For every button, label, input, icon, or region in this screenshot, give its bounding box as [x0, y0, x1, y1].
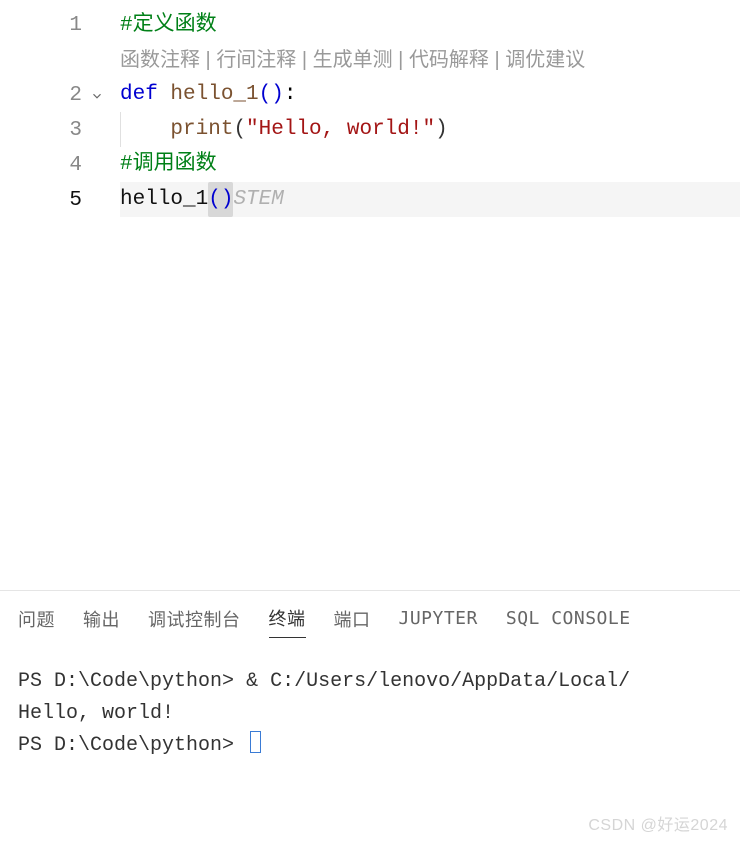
- comment: #定义函数: [120, 14, 217, 37]
- code-line-3[interactable]: print("Hello, world!"): [120, 112, 740, 147]
- prompt-prefix: PS: [18, 670, 54, 693]
- prompt-gt: >: [222, 670, 246, 693]
- codelens-explain[interactable]: 代码解释: [409, 49, 489, 71]
- terminal-content[interactable]: PS D:\Code\python> & C:/Users/lenovo/App…: [0, 648, 740, 762]
- gutter-line-2[interactable]: 2: [0, 78, 100, 113]
- line-gutter: 1 2 3 4 5: [0, 0, 100, 590]
- code-line-5[interactable]: hello_1()STEM: [120, 182, 740, 217]
- indent: [120, 118, 170, 141]
- prompt-gt: >: [222, 734, 246, 757]
- bottom-panel: 问题 输出 调试控制台 终端 端口 JUPYTER SQL CONSOLE PS…: [0, 590, 740, 843]
- panel-tabs: 问题 输出 调试控制台 终端 端口 JUPYTER SQL CONSOLE: [0, 591, 740, 648]
- code-line-2[interactable]: def hello_1():: [120, 77, 740, 112]
- gutter-line-3[interactable]: 3: [0, 113, 100, 148]
- codelens-inline[interactable]: 行间注释: [216, 49, 296, 71]
- codelens-doc[interactable]: 函数注释: [120, 49, 200, 71]
- code-line-4[interactable]: #调用函数: [120, 147, 740, 182]
- gutter-line-5[interactable]: 5: [0, 183, 100, 218]
- colon: :: [284, 83, 297, 106]
- tab-sql-console[interactable]: SQL CONSOLE: [506, 608, 631, 635]
- string-literal: "Hello, world!": [246, 118, 435, 141]
- gutter-line-1[interactable]: 1: [0, 8, 100, 43]
- prompt-path: D:\Code\python: [54, 670, 222, 693]
- separator: |: [489, 49, 505, 71]
- function-name: hello_1: [170, 83, 258, 106]
- tab-debug-console[interactable]: 调试控制台: [148, 606, 241, 638]
- codelens-test[interactable]: 生成单测: [313, 49, 393, 71]
- paren-open: (: [208, 188, 221, 211]
- bracket-highlight: (): [208, 182, 233, 217]
- tab-ports[interactable]: 端口: [334, 606, 371, 638]
- tab-output[interactable]: 输出: [83, 606, 120, 638]
- terminal-command: & C:/Users/lenovo/AppData/Local/: [246, 670, 630, 693]
- gutter-line-4[interactable]: 4: [0, 148, 100, 183]
- paren-close: ): [435, 118, 448, 141]
- paren-open: (: [259, 83, 272, 106]
- paren-close: ): [221, 188, 234, 211]
- indent-guide: [120, 112, 121, 147]
- gutter-spacer-codelens: [0, 43, 100, 78]
- ghost-suggestion[interactable]: STEM: [233, 188, 283, 211]
- builtin-print: print: [170, 118, 233, 141]
- prompt-prefix: PS: [18, 734, 54, 757]
- watermark: CSDN @好运2024: [588, 811, 728, 835]
- codelens-row: 函数注释 | 行间注释 | 生成单测 | 代码解释 | 调优建议: [120, 43, 740, 77]
- paren-close: ): [271, 83, 284, 106]
- chevron-down-icon[interactable]: [90, 89, 104, 103]
- function-call: hello_1: [120, 188, 208, 211]
- code-content[interactable]: #定义函数 函数注释 | 行间注释 | 生成单测 | 代码解释 | 调优建议 d…: [100, 0, 740, 590]
- comment: #调用函数: [120, 153, 217, 176]
- separator: |: [200, 49, 216, 71]
- codelens-optimize[interactable]: 调优建议: [505, 49, 585, 71]
- separator: |: [296, 49, 312, 71]
- gutter-number: 2: [69, 84, 82, 107]
- separator: |: [393, 49, 409, 71]
- editor-area: 1 2 3 4 5 #定义函数 函数注释 | 行间注释 | 生成单测 | 代码解…: [0, 0, 740, 590]
- keyword-def: def: [120, 83, 158, 106]
- tab-terminal[interactable]: 终端: [269, 605, 306, 638]
- terminal-cursor: [250, 731, 261, 753]
- tab-problems[interactable]: 问题: [18, 606, 55, 638]
- paren-open: (: [233, 118, 246, 141]
- code-line-1[interactable]: #定义函数: [120, 8, 740, 43]
- terminal-output: Hello, world!: [18, 702, 174, 725]
- tab-jupyter[interactable]: JUPYTER: [399, 608, 478, 635]
- prompt-path: D:\Code\python: [54, 734, 222, 757]
- space: [158, 83, 171, 106]
